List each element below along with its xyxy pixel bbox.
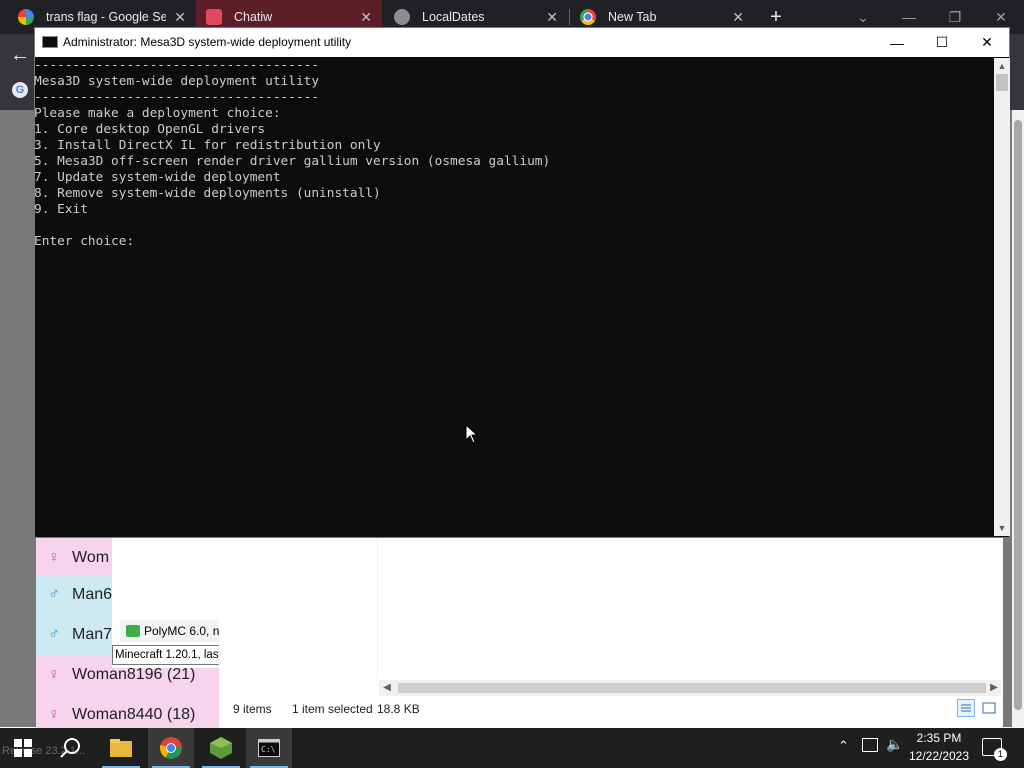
user-name: Man6 bbox=[72, 586, 113, 603]
tab-label: New Tab bbox=[608, 10, 657, 24]
back-arrow-icon[interactable]: ← bbox=[10, 44, 30, 67]
polymc-icon bbox=[210, 737, 232, 759]
terminal-output[interactable]: ------------------------------------- Mes… bbox=[34, 58, 994, 536]
close-icon[interactable]: ✕ bbox=[360, 9, 372, 26]
file-explorer-pane bbox=[219, 538, 1003, 728]
male-icon: ♂ bbox=[48, 626, 60, 643]
tab-label: Chatiw bbox=[234, 10, 273, 24]
scroll-up-icon[interactable]: ▲ bbox=[994, 58, 1010, 74]
volume-muted-icon[interactable]: 🔈 bbox=[886, 736, 903, 753]
google-g-icon bbox=[18, 9, 34, 25]
female-icon: ♀ bbox=[48, 666, 60, 683]
terminal-line: ------------------------------------- bbox=[34, 90, 320, 105]
user-name: Man7 bbox=[72, 626, 113, 643]
clock-date[interactable]: 12/22/2023 bbox=[908, 749, 970, 763]
female-icon: ♀ bbox=[48, 706, 60, 723]
status-item-count: 9 items bbox=[233, 702, 272, 716]
scroll-down-icon[interactable]: ▼ bbox=[994, 520, 1010, 536]
search-button[interactable] bbox=[48, 728, 94, 768]
terminal-close-button[interactable]: ✕ bbox=[964, 28, 1010, 57]
taskbar-chrome[interactable] bbox=[148, 728, 194, 768]
details-view-icon[interactable] bbox=[957, 699, 975, 717]
horizontal-scrollbar-thumb[interactable] bbox=[398, 683, 986, 693]
scroll-left-icon[interactable]: ◀ bbox=[381, 680, 393, 696]
svg-text:C:\: C:\ bbox=[261, 745, 276, 754]
page-scrollbar-thumb[interactable] bbox=[1014, 120, 1022, 710]
taskbar-polymc[interactable] bbox=[198, 728, 244, 768]
terminal-scrollbar[interactable] bbox=[994, 58, 1010, 536]
network-icon[interactable] bbox=[862, 738, 878, 752]
terminal-scrollbar-thumb[interactable] bbox=[996, 74, 1008, 91]
user-name: Woman8196 (21) bbox=[72, 666, 196, 683]
chatiw-icon bbox=[206, 9, 222, 25]
google-bookmark-icon[interactable]: G bbox=[12, 82, 28, 98]
list-item[interactable]: ♀ Woman8440 (18) bbox=[36, 695, 219, 728]
terminal-icon: C:\ bbox=[258, 739, 280, 757]
clock-time[interactable]: 2:35 PM bbox=[912, 731, 966, 745]
terminal-line: 9. Exit bbox=[34, 202, 88, 217]
file-explorer-icon bbox=[110, 739, 132, 757]
terminal-line: Mesa3D system-wide deployment utility bbox=[34, 74, 320, 89]
scroll-right-icon[interactable]: ▶ bbox=[988, 680, 1000, 696]
taskbar-terminal[interactable]: C:\ bbox=[246, 728, 292, 768]
terminal-line: 8. Remove system-wide deployments (unins… bbox=[34, 186, 381, 201]
start-icon bbox=[14, 739, 32, 757]
female-icon: ♀ bbox=[48, 549, 60, 566]
close-icon[interactable]: ✕ bbox=[174, 9, 186, 26]
close-icon[interactable]: ✕ bbox=[546, 9, 558, 26]
terminal-line: 1. Core desktop OpenGL drivers bbox=[34, 122, 266, 137]
chat-icon bbox=[126, 625, 140, 637]
terminal-maximize-button[interactable]: ☐ bbox=[919, 28, 965, 57]
close-icon[interactable]: ✕ bbox=[732, 9, 744, 26]
chrome-icon bbox=[580, 9, 596, 25]
user-name: Woman8440 (18) bbox=[72, 706, 196, 723]
terminal-line: Enter choice: bbox=[34, 234, 135, 249]
globe-icon bbox=[394, 9, 410, 25]
start-button[interactable] bbox=[0, 728, 46, 768]
terminal-line: ------------------------------------- bbox=[34, 58, 320, 73]
popup-item-label: PolyMC 6.0, no bbox=[144, 624, 227, 638]
tooltip: Minecraft 1.20.1, last bbox=[112, 645, 220, 665]
new-tab-button[interactable]: + bbox=[764, 5, 788, 29]
mouse-pointer-icon bbox=[465, 424, 479, 444]
status-size: 18.8 KB bbox=[377, 702, 420, 716]
terminal-line: 5. Mesa3D off-screen render driver galli… bbox=[34, 154, 551, 169]
terminal-line: 7. Update system-wide deployment bbox=[34, 170, 281, 185]
terminal-minimize-button[interactable]: — bbox=[874, 28, 920, 57]
large-icons-view-icon[interactable] bbox=[980, 699, 998, 717]
terminal-line: 3. Install DirectX IL for redistribution… bbox=[34, 138, 381, 153]
chrome-icon bbox=[160, 737, 182, 759]
status-selection: 1 item selected bbox=[292, 702, 373, 716]
tab-label: LocalDates bbox=[422, 10, 485, 24]
column-divider bbox=[377, 538, 378, 678]
user-name: Wom bbox=[72, 549, 110, 566]
chevron-up-icon[interactable]: ⌃ bbox=[838, 738, 849, 754]
terminal-title: Administrator: Mesa3D system-wide deploy… bbox=[63, 35, 352, 49]
notification-badge: 1 bbox=[994, 748, 1007, 761]
tab-label: trans flag - Google Sea bbox=[46, 10, 166, 24]
polymc-popup-item[interactable]: PolyMC 6.0, no bbox=[120, 620, 230, 642]
terminal-line: Please make a deployment choice: bbox=[34, 106, 281, 121]
taskbar-file-explorer[interactable] bbox=[98, 728, 144, 768]
male-icon: ♂ bbox=[48, 586, 60, 603]
search-icon bbox=[60, 738, 80, 758]
cmd-icon bbox=[42, 36, 58, 48]
